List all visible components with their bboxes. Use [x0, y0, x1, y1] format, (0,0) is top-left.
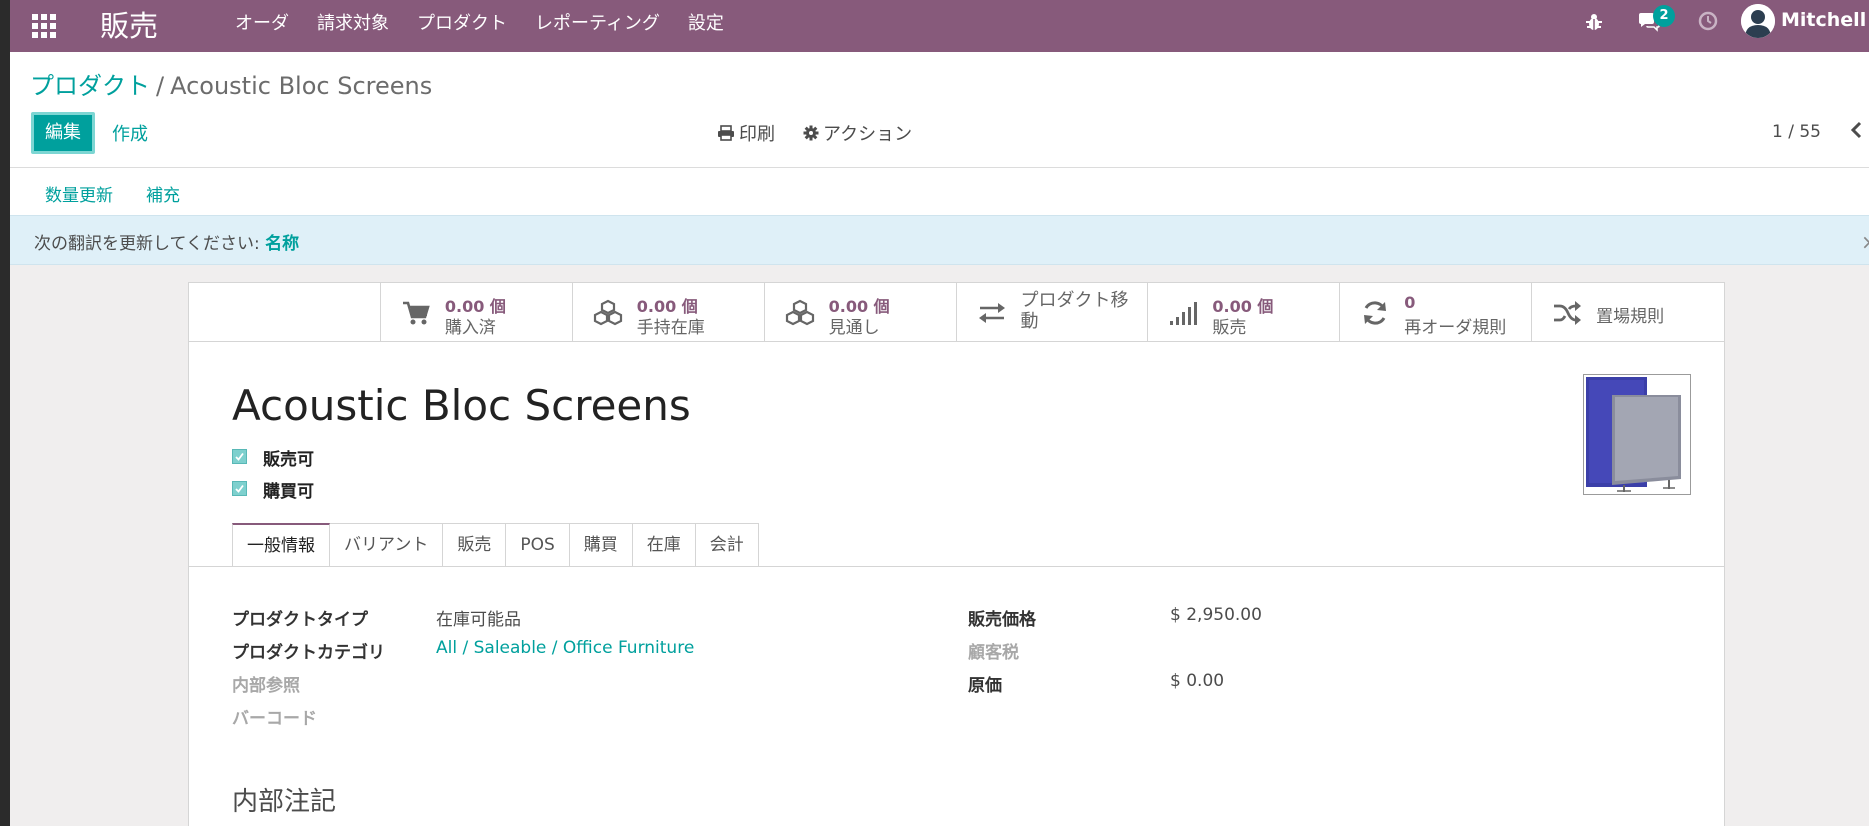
menu-item-products[interactable]: プロダクト [417, 9, 507, 35]
form-header: 数量更新 補充 [10, 168, 1869, 216]
internal-notes-heading: 内部注記 [232, 787, 337, 817]
tabs-divider [189, 566, 1724, 567]
menu-item-settings[interactable]: 設定 [688, 9, 724, 35]
action-dropdown[interactable]: アクション [803, 120, 912, 146]
cart-icon [402, 301, 430, 325]
odoo-app: 販売 オーダ 請求対象 プロダクト レポーティング 設定 2 Mitchell … [10, 0, 1869, 826]
tab-variants[interactable]: バリアント [330, 523, 444, 567]
tab-accounting[interactable]: 会計 [695, 523, 759, 567]
cubes-icon [593, 299, 622, 326]
clock-icon[interactable] [1697, 10, 1719, 32]
product-image[interactable] [1583, 374, 1691, 495]
gear-icon [803, 125, 819, 141]
window-edge [0, 0, 10, 826]
chevron-left-icon[interactable] [1848, 120, 1864, 140]
apps-grid-icon[interactable] [30, 12, 56, 38]
menu-item-orders[interactable]: オーダ [235, 9, 289, 35]
tab-purchase[interactable]: 購買 [569, 523, 633, 567]
sold-smart-button[interactable]: 0.00 個 販売 [1148, 283, 1341, 341]
message-count-badge: 2 [1653, 5, 1675, 27]
random-icon [1554, 301, 1582, 325]
notebook-tabs: 一般情報 バリアント 販売 POS 購買 在庫 会計 [232, 523, 759, 567]
menu-item-to-invoice[interactable]: 請求対象 [317, 9, 389, 35]
product-type-value[interactable]: 在庫可能品 [436, 605, 521, 630]
on-hand-label: 手持在庫 [636, 318, 705, 338]
bug-icon[interactable] [1583, 11, 1605, 33]
alert-text: 次の翻訳を更新してください: 名称 [34, 229, 299, 254]
breadcrumb-current: Acoustic Bloc Screens [170, 72, 433, 100]
product-moves-label: プロダクト移動 [1020, 290, 1129, 332]
putaway-rules-smart-button[interactable]: 置場規則 [1532, 283, 1724, 341]
close-icon[interactable]: × [1861, 230, 1869, 254]
tab-general-information[interactable]: 一般情報 [232, 523, 330, 567]
alert-message: 次の翻訳を更新してください: [34, 234, 266, 254]
reordering-rules-value: 0 [1404, 293, 1416, 312]
product-category-link[interactable]: All / Saleable / Office Furniture [436, 638, 694, 658]
putaway-rules-label: 置場規則 [1596, 307, 1665, 327]
print-icon [718, 125, 734, 141]
breadcrumb: プロダクト / Acoustic Bloc Screens [30, 66, 432, 101]
form-sheet: 0.00 個 購入済 0.00 個 手持在庫 0.00 個 見通し プロダクト移… [188, 282, 1725, 826]
sales-price-value[interactable]: $ 2,950.00 [1170, 605, 1262, 625]
main-menu: オーダ 請求対象 プロダクト レポーティング 設定 [235, 9, 752, 35]
update-quantity-button[interactable]: 数量更新 [45, 181, 113, 206]
purchase-ok-checkbox[interactable] [232, 481, 247, 496]
breadcrumb-products-link[interactable]: プロダクト [30, 72, 150, 100]
exchange-icon [978, 303, 1005, 323]
reordering-rules-label: 再オーダ規則 [1404, 318, 1507, 338]
sale-ok-checkbox[interactable] [232, 449, 247, 464]
sale-ok-label: 販売可 [263, 450, 314, 470]
product-type-label: プロダクトタイプ [232, 610, 368, 630]
translation-alert: 次の翻訳を更新してください: 名称 × [10, 215, 1869, 265]
pager-value[interactable]: 1 / 55 [1772, 122, 1821, 142]
smart-button-box: 0.00 個 購入済 0.00 個 手持在庫 0.00 個 見通し プロダクト移… [189, 283, 1724, 342]
top-navbar: 販売 オーダ 請求対象 プロダクト レポーティング 設定 2 Mitchell [10, 0, 1869, 52]
sales-price-label: 販売価格 [968, 610, 1036, 630]
refresh-icon [1364, 301, 1387, 325]
print-dropdown[interactable]: 印刷 [717, 120, 775, 146]
user-avatar[interactable] [1741, 4, 1775, 38]
control-panel: プロダクト / Acoustic Bloc Screens 編集 作成 印刷 ア… [10, 52, 1869, 168]
barcode-label: バーコード [232, 709, 317, 729]
alert-field-link[interactable]: 名称 [265, 234, 299, 254]
app-brand[interactable]: 販売 [100, 3, 158, 45]
menu-item-reporting[interactable]: レポーティング [535, 9, 660, 35]
cost-value[interactable]: $ 0.00 [1170, 671, 1224, 691]
cost-label: 原価 [968, 676, 1002, 696]
on-hand-smart-button[interactable]: 0.00 個 手持在庫 [573, 283, 765, 341]
signal-icon [1170, 302, 1198, 325]
forecast-smart-button[interactable]: 0.00 個 見通し [765, 283, 957, 341]
product-category-label: プロダクトカテゴリ [232, 643, 385, 663]
create-button[interactable]: 作成 [112, 120, 148, 146]
internal-reference-label: 内部参照 [232, 676, 300, 696]
breadcrumb-separator: / [156, 72, 165, 100]
sold-label: 販売 [1212, 318, 1247, 338]
forecast-label: 見通し [828, 318, 880, 338]
tab-sales[interactable]: 販売 [443, 523, 507, 567]
tab-inventory[interactable]: 在庫 [632, 523, 696, 567]
product-name[interactable]: Acoustic Bloc Screens [232, 381, 691, 430]
purchased-label: 購入済 [444, 318, 496, 338]
tab-pos[interactable]: POS [506, 523, 570, 567]
purchased-smart-button[interactable]: 0.00 個 購入済 [381, 283, 573, 341]
user-name[interactable]: Mitchell (41 [1781, 9, 1869, 31]
reordering-rules-smart-button[interactable]: 0 再オーダ規則 [1340, 283, 1533, 341]
purchase-ok-label: 購買可 [263, 482, 314, 502]
print-label: 印刷 [739, 124, 775, 145]
customer-taxes-label: 顧客税 [968, 643, 1019, 663]
action-label: アクション [823, 124, 913, 145]
edit-button[interactable]: 編集 [31, 112, 95, 154]
button-box-spacer [189, 283, 381, 341]
replenish-button[interactable]: 補充 [146, 181, 180, 206]
product-moves-smart-button[interactable]: プロダクト移動 [957, 283, 1149, 341]
cubes-icon [785, 299, 814, 326]
